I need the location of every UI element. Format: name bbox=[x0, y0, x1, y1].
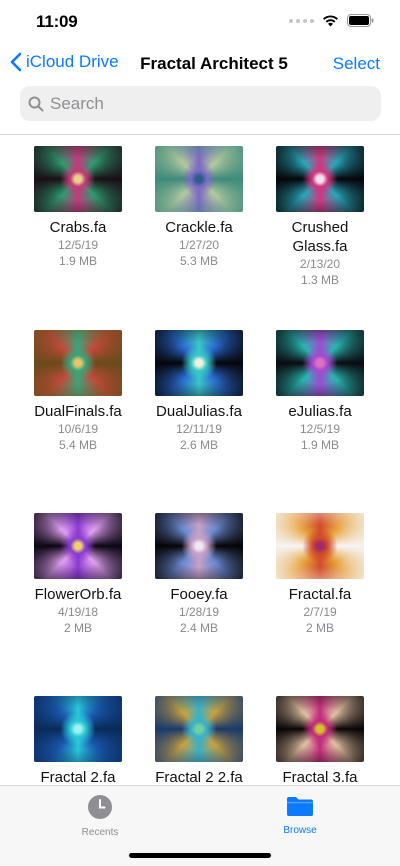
file-name: Crabs.fa bbox=[49, 219, 107, 236]
file-thumbnail bbox=[155, 330, 243, 396]
file-date: 12/11/19 bbox=[176, 422, 222, 436]
file-size: 1.3 MB bbox=[300, 273, 339, 287]
wifi-icon bbox=[323, 15, 338, 27]
search-icon bbox=[28, 96, 44, 111]
file-name: eJulias.fa bbox=[288, 403, 352, 420]
file-size: 2 MB bbox=[63, 621, 92, 635]
status-bar: 11:09 bbox=[0, 0, 400, 44]
file-size: 5.4 MB bbox=[58, 438, 97, 452]
file-item[interactable]: Crabs.fa 12/5/19 1.9 MB bbox=[18, 146, 138, 269]
file-thumbnail bbox=[34, 696, 122, 762]
file-size: 1.9 MB bbox=[58, 254, 97, 268]
search-field[interactable] bbox=[20, 86, 381, 121]
file-grid: Crabs.fa 12/5/19 1.9 MB Crackle.fa 1/27/20 5.… bbox=[0, 135, 400, 785]
file-name: Fooey.fa bbox=[170, 586, 228, 603]
file-name: Fractal 2 2.fa bbox=[155, 769, 243, 785]
home-indicator bbox=[129, 853, 271, 858]
file-name: DualJulias.fa bbox=[156, 403, 242, 420]
file-name: Crackle.fa bbox=[165, 219, 233, 236]
file-item[interactable]: DualFinals.fa 10/6/19 5.4 MB bbox=[18, 330, 138, 453]
file-date: 4/19/18 bbox=[57, 605, 99, 619]
file-name: Fractal 3.fa bbox=[282, 769, 358, 785]
file-item[interactable]: Fooey.fa 1/28/19 2.4 MB bbox=[139, 513, 259, 636]
file-thumbnail bbox=[34, 330, 122, 396]
file-size: 1.9 MB bbox=[300, 438, 339, 452]
file-item[interactable]: Fractal 3.fa bbox=[260, 696, 380, 785]
tab-browse-label: Browse bbox=[283, 825, 317, 836]
folder-icon bbox=[287, 797, 313, 816]
file-date: 1/27/20 bbox=[178, 238, 220, 252]
file-item[interactable]: DualJulias.fa 12/11/19 2.6 MB bbox=[139, 330, 259, 453]
file-item[interactable]: Fractal 2 2.fa bbox=[139, 696, 259, 785]
tab-recents-label: Recents bbox=[81, 827, 119, 838]
file-date: 2/7/19 bbox=[303, 605, 337, 619]
file-date: 1/28/19 bbox=[178, 605, 220, 619]
status-time: 11:09 bbox=[36, 12, 78, 31]
file-size: 2.6 MB bbox=[179, 438, 218, 452]
file-item[interactable]: Fractal.fa 2/7/19 2 MB bbox=[260, 513, 380, 636]
cellular-signal-icon bbox=[289, 18, 314, 23]
file-item[interactable]: Crushed Glass.fa 2/13/20 1.3 MB bbox=[260, 146, 380, 288]
file-thumbnail bbox=[155, 146, 243, 212]
tab-recents[interactable]: Recents bbox=[40, 794, 160, 838]
file-thumbnail bbox=[155, 513, 243, 579]
file-item[interactable]: Crackle.fa 1/27/20 5.3 MB bbox=[139, 146, 259, 269]
search-input[interactable] bbox=[50, 93, 350, 114]
file-item[interactable]: eJulias.fa 12/5/19 1.9 MB bbox=[260, 330, 380, 453]
file-thumbnail bbox=[276, 146, 364, 212]
file-thumbnail bbox=[276, 696, 364, 762]
file-item[interactable]: FlowerOrb.fa 4/19/18 2 MB bbox=[18, 513, 138, 636]
file-name: Fractal 2.fa bbox=[40, 769, 116, 785]
battery-icon bbox=[347, 14, 374, 27]
file-name: Fractal.fa bbox=[288, 586, 352, 603]
select-button[interactable]: Select bbox=[333, 54, 380, 74]
file-date: 12/5/19 bbox=[299, 422, 341, 436]
file-date: 2/13/20 bbox=[299, 257, 341, 271]
file-name: Crushed Glass.fa bbox=[291, 219, 349, 255]
file-thumbnail bbox=[34, 146, 122, 212]
file-thumbnail bbox=[155, 696, 243, 762]
file-name: DualFinals.fa bbox=[34, 403, 122, 420]
file-thumbnail bbox=[276, 513, 364, 579]
file-date: 10/6/19 bbox=[57, 422, 99, 436]
status-icons bbox=[289, 14, 374, 27]
file-date: 12/5/19 bbox=[57, 238, 99, 252]
tab-browse[interactable]: Browse bbox=[240, 794, 360, 836]
tab-bar: Recents Browse bbox=[0, 785, 400, 866]
file-size: 2 MB bbox=[305, 621, 334, 635]
file-name: FlowerOrb.fa bbox=[34, 586, 122, 603]
file-thumbnail bbox=[34, 513, 122, 579]
file-size: 2.4 MB bbox=[179, 621, 218, 635]
file-item[interactable]: Fractal 2.fa bbox=[18, 696, 138, 785]
clock-icon bbox=[88, 795, 112, 819]
navigation-bar: iCloud Drive Fractal Architect 5 Select bbox=[0, 44, 400, 84]
file-size: 5.3 MB bbox=[179, 254, 218, 268]
file-thumbnail bbox=[276, 330, 364, 396]
